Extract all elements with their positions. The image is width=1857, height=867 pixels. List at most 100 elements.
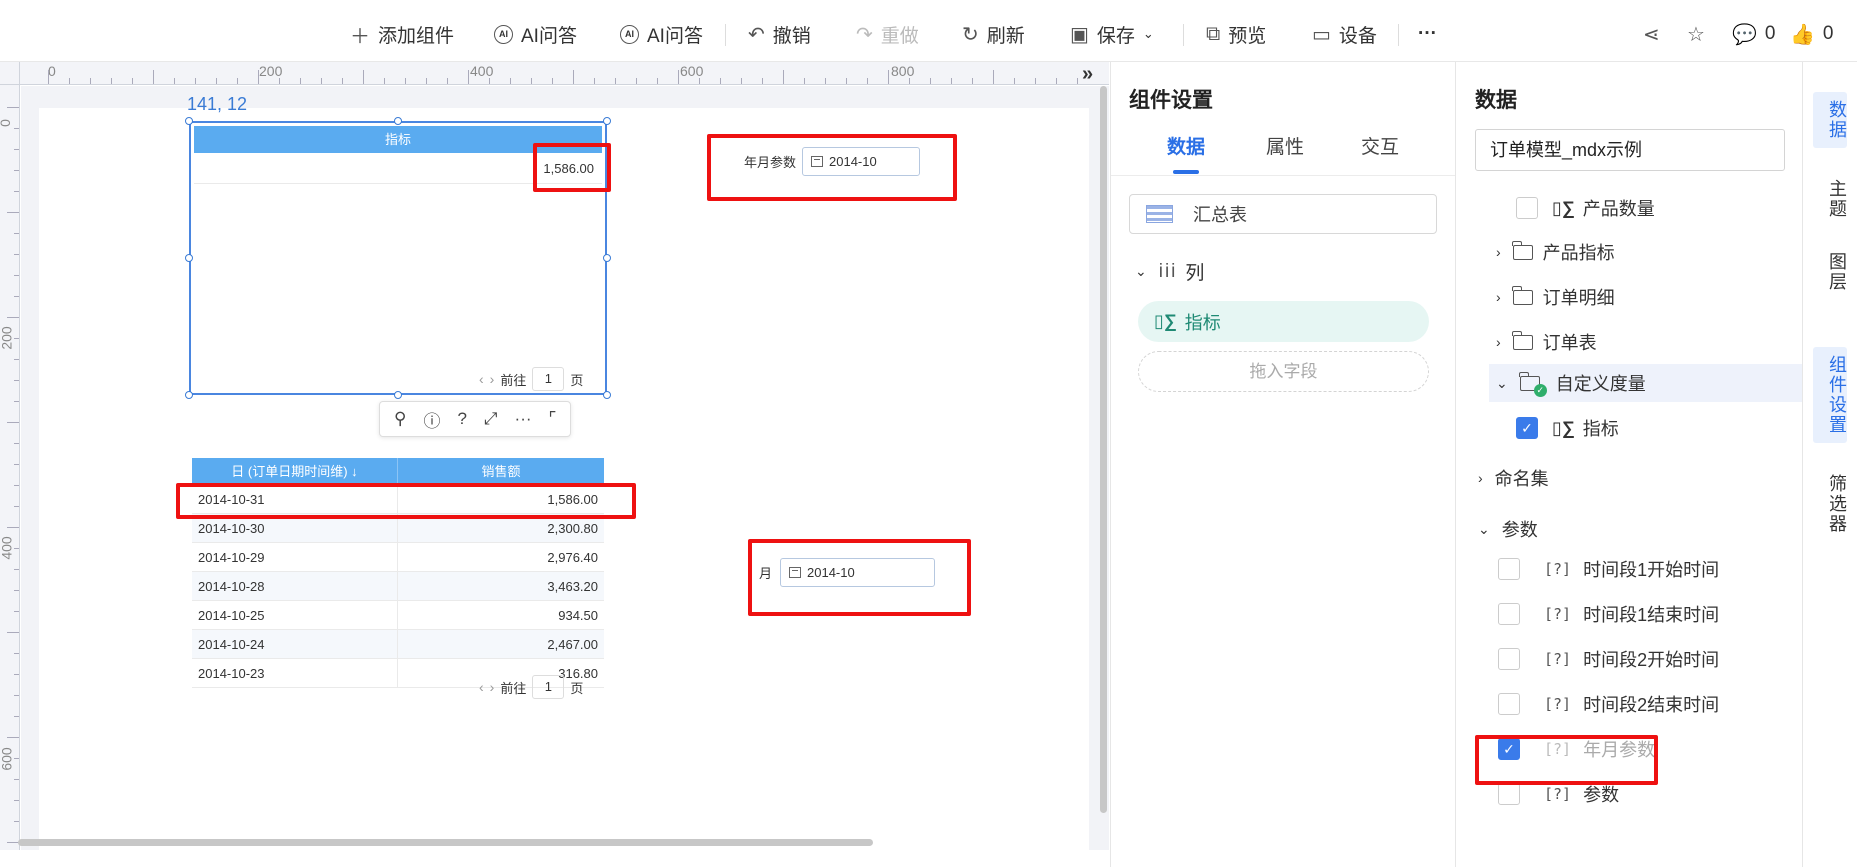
fullscreen-icon[interactable]: ⌜ <box>549 409 557 429</box>
table-row[interactable]: 2014-10-25 934.50 <box>192 601 604 630</box>
table-row[interactable]: 2014-10-29 2,976.40 <box>192 543 604 572</box>
params-section[interactable]: ⌄ 参数 <box>1478 510 1538 548</box>
top-toolbar: ＋添加组件 AI AI问答 AI AI问答 ↶ 撤销 ↷ 重做 ↻ 刷新 ▣ 保存 ⌄ ⧉ 预览… <box>0 0 1857 62</box>
ai-icon: AI <box>494 24 513 44</box>
table-row[interactable]: 2014-10-24 2,467.00 <box>192 630 604 659</box>
param-item[interactable]: [?] 时间段1开始时间 <box>1498 550 1719 588</box>
param-label: 时间段2开始时间 <box>1583 650 1720 670</box>
ruler-tick <box>14 128 19 129</box>
tree-item-product-metrics[interactable]: › 产品指标 <box>1496 233 1615 271</box>
resize-handle[interactable] <box>394 391 402 399</box>
chevron-right-icon: › <box>1478 470 1483 486</box>
more-button[interactable]: ··· <box>1418 22 1437 46</box>
tree-item-order-table[interactable]: › 订单表 <box>1496 323 1597 361</box>
ruler-corner <box>0 62 20 85</box>
ruler-tick <box>111 78 112 84</box>
param-item[interactable]: [?] 时间段1结束时间 <box>1498 595 1719 633</box>
save-button[interactable]: ▣ 保存 ⌄ <box>1070 22 1154 47</box>
component-type-select[interactable]: 汇总表 <box>1129 194 1437 234</box>
horizontal-ruler: 0 200 400 600 800 <box>20 62 1109 85</box>
rail-tab-layers[interactable]: 图层 <box>1813 252 1847 292</box>
ruler-tick <box>1056 78 1057 84</box>
rail-tab-component-settings[interactable]: 组件设置 <box>1813 347 1847 443</box>
rail-tab-filters[interactable]: 筛选器 <box>1813 474 1847 534</box>
tree-item-product-qty[interactable]: ▯∑ 产品数量 <box>1516 189 1655 227</box>
device-button[interactable]: ▭ 设备 <box>1312 22 1377 47</box>
share-button[interactable]: ⋖ <box>1643 22 1668 46</box>
undo-button[interactable]: ↶ 撤销 <box>748 22 811 47</box>
comment-icon: 💬 <box>1732 23 1757 46</box>
rail-tab-theme[interactable]: 主题 <box>1813 179 1847 219</box>
ruler-tick <box>132 78 133 84</box>
prev-page-icon[interactable]: ‹ <box>479 679 484 695</box>
resize-handle[interactable] <box>185 391 193 399</box>
named-set-section[interactable]: › 命名集 <box>1478 459 1549 497</box>
design-canvas[interactable]: 141, 12 指标 1,586.00 ‹ › 前往 1 页 ⚲ ⓘ ? ⤢ ·… <box>21 86 1109 850</box>
ai-qa-button-2[interactable]: AI AI问答 <box>620 22 703 47</box>
page-number-input[interactable]: 1 <box>532 367 565 391</box>
ruler-tick <box>14 674 19 675</box>
comments-button[interactable]: 💬 0 <box>1732 22 1775 46</box>
resize-handle[interactable] <box>603 254 611 262</box>
expand-icon[interactable]: ⤢ <box>484 409 498 429</box>
ai-qa-button[interactable]: AI AI问答 <box>494 22 577 47</box>
checkbox[interactable] <box>1498 648 1520 670</box>
column-header-date[interactable]: 日 (订单日期时间维) ↓ <box>192 458 398 485</box>
component-settings-panel: 组件设置 数据 属性 交互 汇总表 ⌄ iii 列 ▯∑ 指标 拖入字段 <box>1110 62 1456 867</box>
tab-data[interactable]: 数据 <box>1167 132 1205 159</box>
field-drop-zone[interactable]: 拖入字段 <box>1138 351 1429 392</box>
annotation-box <box>707 134 957 201</box>
tab-properties[interactable]: 属性 <box>1266 132 1304 159</box>
param-item[interactable]: [?] 时间段2开始时间 <box>1498 640 1719 678</box>
resize-handle[interactable] <box>394 117 402 125</box>
checkbox[interactable] <box>1498 603 1520 625</box>
ruler-tick <box>14 506 19 507</box>
table-header-row: 日 (订单日期时间维) ↓ 销售额 <box>192 458 604 485</box>
tab-interaction[interactable]: 交互 <box>1361 132 1399 159</box>
table-row[interactable]: 2014-10-28 3,463.20 <box>192 572 604 601</box>
filter-icon[interactable]: ⚲ <box>394 409 406 429</box>
column-section-header[interactable]: ⌄ iii 列 <box>1135 258 1204 285</box>
refresh-button[interactable]: ↻ 刷新 <box>962 22 1025 47</box>
like-button[interactable]: 👍 0 <box>1790 22 1833 46</box>
chevron-down-icon: ⌄ <box>1478 520 1490 537</box>
checkbox[interactable] <box>1498 558 1520 580</box>
checkbox[interactable] <box>1498 783 1520 805</box>
rail-tab-data[interactable]: 数据 <box>1813 92 1847 148</box>
column-field-pill[interactable]: ▯∑ 指标 <box>1138 301 1429 342</box>
collapse-panel-icon[interactable]: » <box>1082 63 1093 86</box>
favorite-button[interactable]: ☆ <box>1687 22 1713 46</box>
info-icon[interactable]: ⓘ <box>423 407 440 432</box>
horizontal-scrollbar[interactable] <box>18 839 873 846</box>
ruler-tick <box>321 78 322 84</box>
resize-handle[interactable] <box>185 254 193 262</box>
preview-button[interactable]: ⧉ 预览 <box>1206 22 1266 47</box>
checkbox-checked[interactable]: ✓ <box>1516 417 1538 439</box>
param-label: 时间段2结束时间 <box>1583 695 1720 715</box>
tree-item-metric[interactable]: ✓ ▯∑ 指标 <box>1516 409 1619 447</box>
ruler-tick <box>14 191 19 192</box>
page-number-input[interactable]: 1 <box>532 675 565 699</box>
ruler-label: 600 <box>680 63 704 79</box>
next-page-icon[interactable]: › <box>490 679 495 695</box>
ruler-tick <box>657 78 658 84</box>
add-component-button[interactable]: ＋添加组件 <box>350 22 454 48</box>
tree-item-order-detail[interactable]: › 订单明细 <box>1496 278 1615 316</box>
checkbox[interactable] <box>1516 197 1538 219</box>
column-header-sales[interactable]: 销售额 <box>398 458 604 485</box>
more-icon[interactable]: ··· <box>515 409 532 429</box>
tree-item-custom-measures[interactable]: ⌄ 自定义度量 <box>1489 364 1802 402</box>
ruler-tick <box>14 254 19 255</box>
data-model-select[interactable]: 订单模型_mdx示例 <box>1475 129 1785 171</box>
help-icon[interactable]: ? <box>457 409 466 429</box>
vertical-scrollbar[interactable] <box>1100 86 1107 813</box>
redo-button[interactable]: ↷ 重做 <box>856 22 919 47</box>
resize-handle[interactable] <box>603 391 611 399</box>
next-page-icon[interactable]: › <box>490 371 495 387</box>
prev-page-icon[interactable]: ‹ <box>479 371 484 387</box>
chevron-right-icon: › <box>1496 334 1501 350</box>
resize-handle[interactable] <box>185 117 193 125</box>
checkbox[interactable] <box>1498 693 1520 715</box>
resize-handle[interactable] <box>603 117 611 125</box>
param-item[interactable]: [?] 时间段2结束时间 <box>1498 685 1719 723</box>
